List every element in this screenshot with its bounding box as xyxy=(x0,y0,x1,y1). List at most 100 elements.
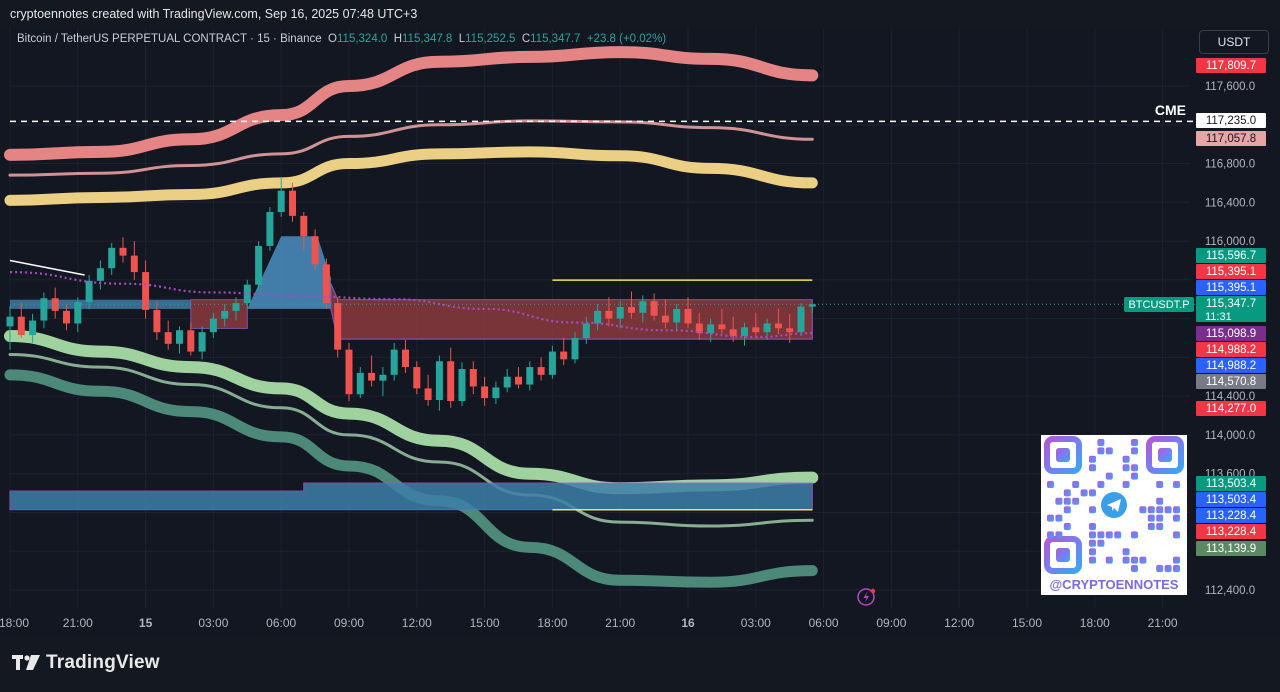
candle-body xyxy=(447,361,455,401)
candle-body xyxy=(345,349,353,395)
price-badge: 114,277.0 xyxy=(1196,401,1266,416)
qr-module xyxy=(1122,556,1130,564)
candle xyxy=(413,361,421,395)
price-badge: 113,228.4 xyxy=(1196,508,1266,523)
price-badge-text: 117,809.7 xyxy=(1206,60,1256,72)
candle-body xyxy=(435,361,443,401)
qr-module xyxy=(1147,523,1155,530)
alert-lightning-icon[interactable] xyxy=(857,588,876,606)
candle-body xyxy=(424,388,432,401)
qr-module xyxy=(1089,455,1096,463)
qr-handle: @CRYPTOENNOTES xyxy=(1049,577,1179,592)
qr-module xyxy=(1089,548,1096,556)
qr-module xyxy=(1139,506,1147,514)
candle-body xyxy=(311,236,319,265)
candle-body xyxy=(752,327,760,333)
qr-module xyxy=(1063,489,1071,497)
qr-module xyxy=(1131,565,1138,572)
green-outer-band xyxy=(4,330,819,495)
symbol-tag: BTCUSDT.P xyxy=(1124,297,1194,312)
candle-body xyxy=(458,369,466,401)
price-badge: 115,098.9 xyxy=(1196,326,1266,341)
qr-module xyxy=(1147,514,1155,522)
qr-module xyxy=(1156,497,1164,505)
candle xyxy=(390,342,398,381)
time-tick-label: 18:00 xyxy=(1080,616,1110,630)
candle xyxy=(40,292,48,329)
candle-body xyxy=(718,324,726,330)
low-value: 115,252.5 xyxy=(465,33,516,45)
candle-body xyxy=(763,323,771,333)
time-tick-label: 09:00 xyxy=(876,616,906,630)
price-badge: 113,503.4 xyxy=(1196,476,1266,491)
tradingview-logo[interactable]: TradingView xyxy=(12,652,160,674)
price-badge-text: 117,057.8 xyxy=(1206,133,1256,145)
currency-unit-button[interactable]: USDT xyxy=(1199,30,1269,54)
qr-module xyxy=(1089,539,1096,547)
candle xyxy=(435,355,443,411)
candle-body xyxy=(289,190,296,216)
candle-body xyxy=(356,372,364,395)
candle-body xyxy=(85,280,93,303)
yellow-band xyxy=(4,146,818,206)
time-tick-label: 03:00 xyxy=(741,616,771,630)
candle xyxy=(6,306,14,350)
qr-module xyxy=(1173,506,1180,514)
price-badge: 117,809.7 xyxy=(1196,58,1266,73)
high-label: H xyxy=(393,33,403,45)
qr-module xyxy=(1105,472,1113,480)
qr-module xyxy=(1080,489,1088,497)
candle-body xyxy=(379,374,387,381)
candle-body xyxy=(774,323,782,329)
qr-code-image[interactable]: @CRYPTOENNOTES xyxy=(1041,435,1187,595)
price-tick-label: 116,400.0 xyxy=(1205,197,1255,209)
red-cloud-main xyxy=(330,283,813,340)
price-tick-label: 116,800.0 xyxy=(1205,159,1255,171)
candle-body xyxy=(526,367,534,385)
candle-body xyxy=(537,367,545,375)
price-badge: 115,395.1 xyxy=(1196,280,1266,295)
qr-module xyxy=(1105,447,1113,455)
qr-module xyxy=(1156,514,1164,522)
qr-module xyxy=(1173,481,1180,488)
price-badge-text: 115,098.9 xyxy=(1206,328,1256,340)
time-axis[interactable]: 18:00 21:00 15 03:00 06:00 09:00 12:00 15:00 18:… xyxy=(0,616,1178,630)
candle-body xyxy=(661,315,669,323)
red-outer-band xyxy=(4,46,819,161)
candle xyxy=(424,374,432,406)
supertrend-zones xyxy=(9,236,813,511)
ohlc-legend: Bitcoin / TetherUS PERPETUAL CONTRACT · … xyxy=(17,33,666,45)
candle xyxy=(142,260,150,319)
candle-body xyxy=(96,268,104,281)
qr-module xyxy=(1131,447,1138,455)
price-badge-text: 114,277.0 xyxy=(1206,403,1256,415)
candle xyxy=(379,367,387,397)
price-badge: 117,057.8 xyxy=(1196,131,1266,146)
candle-body xyxy=(153,309,161,333)
candle-body xyxy=(582,323,590,338)
qr-module xyxy=(1072,481,1080,488)
symbol-title[interactable]: Bitcoin / TetherUS PERPETUAL CONTRACT · … xyxy=(17,33,322,45)
candle-body xyxy=(571,338,579,360)
open-value: 115,324.0 xyxy=(337,33,388,45)
candle-body xyxy=(413,367,421,389)
qr-module xyxy=(1122,481,1130,488)
candle xyxy=(289,182,296,222)
price-tick-label: 114,000.0 xyxy=(1205,430,1255,442)
candle xyxy=(526,361,534,391)
qr-module xyxy=(1097,531,1105,539)
price-tick-label: 112,400.0 xyxy=(1205,585,1255,597)
price-badge-text: 113,228.4 xyxy=(1206,510,1257,522)
candlesticks xyxy=(6,178,816,411)
qr-module xyxy=(1072,497,1080,505)
time-tick-label: 21:00 xyxy=(1148,616,1178,630)
candle-body xyxy=(266,212,274,246)
qr-module xyxy=(1063,523,1071,530)
countdown-timer: 11:31 xyxy=(1205,311,1232,323)
candle-body xyxy=(51,298,59,311)
candle xyxy=(515,367,522,389)
candle-body xyxy=(548,351,556,375)
candle xyxy=(51,287,59,319)
qr-module xyxy=(1055,514,1063,522)
candle-body xyxy=(481,386,489,399)
